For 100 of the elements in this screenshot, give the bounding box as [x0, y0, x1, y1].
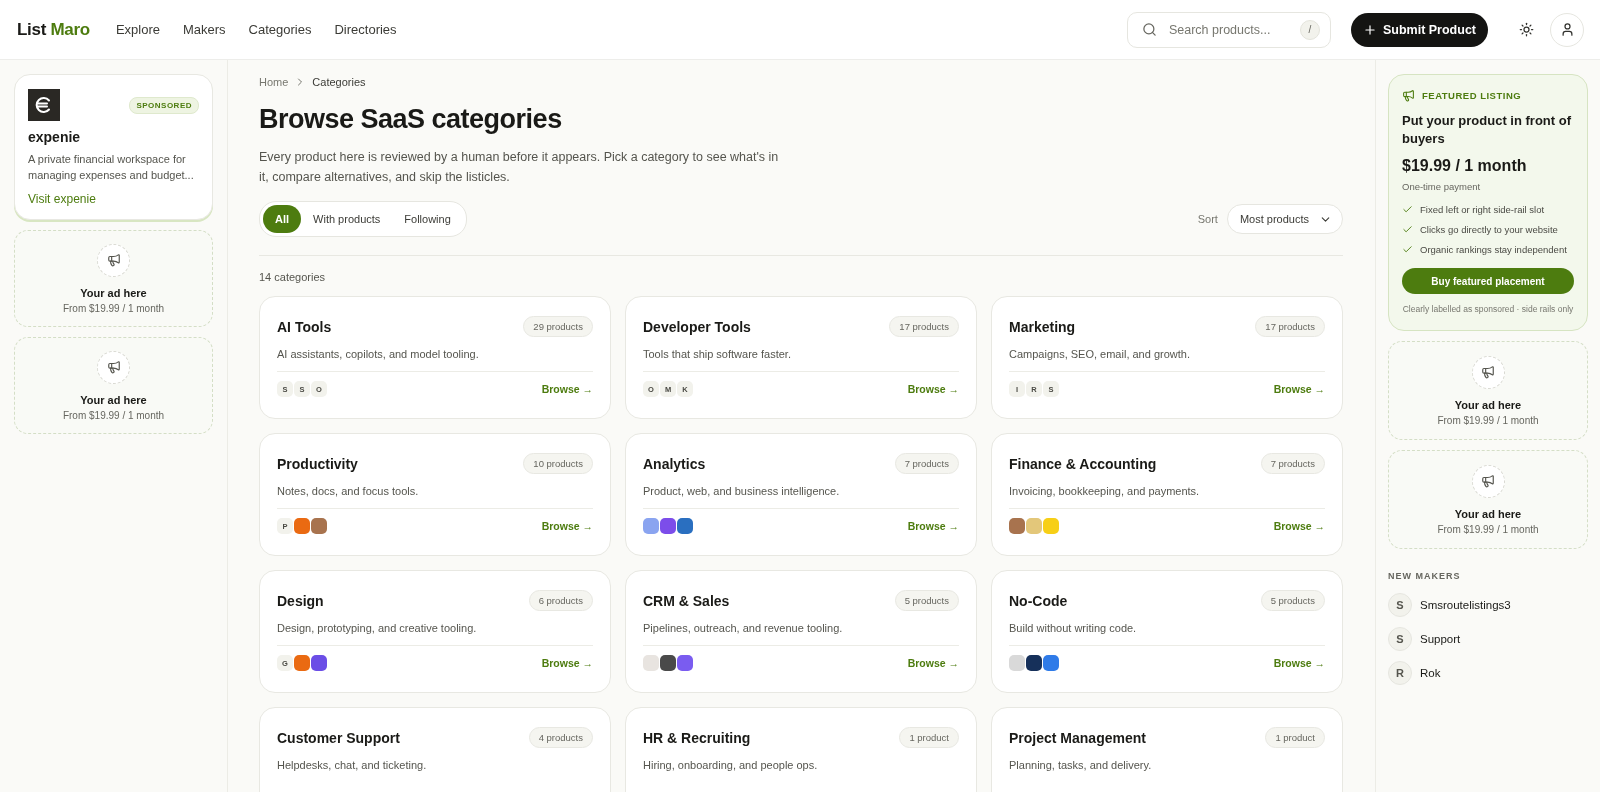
browse-link[interactable]: Browse → — [907, 383, 959, 395]
search-box[interactable]: Search products... / — [1126, 11, 1331, 48]
ad-slot[interactable]: Your ad here From $19.99 / 1 month — [14, 337, 213, 434]
category-description: Pipelines, outreach, and revenue tooling. — [643, 622, 844, 634]
feature-text: Organic rankings stay independent — [1420, 244, 1567, 255]
category-card[interactable]: Finance & Accounting 7 products Invoicing, bookkeeping, and payments. Browse → — [991, 433, 1343, 556]
search-icon — [1141, 22, 1157, 37]
maker-name[interactable]: Support — [1420, 633, 1461, 645]
maker-name[interactable]: Rok — [1420, 667, 1441, 679]
product-count: 10 products — [523, 453, 593, 474]
product-count: 7 products — [894, 453, 959, 474]
category-card[interactable]: Customer Support 4 products Helpdesks, chat, and ticketing. — [259, 707, 611, 792]
category-description: Notes, docs, and focus tools. — [277, 485, 420, 497]
ad-slot[interactable]: Your ad here From $19.99 / 1 month — [1388, 341, 1588, 440]
category-name: CRM & Sales — [643, 592, 730, 609]
product-count: 17 products — [1255, 316, 1325, 337]
makers-heading: NEW MAKERS — [1388, 571, 1462, 581]
category-description: Tools that ship software faster. — [643, 348, 792, 360]
filter-tab[interactable]: All — [263, 205, 302, 233]
submit-product-button[interactable]: Submit Product — [1350, 12, 1488, 47]
category-description: Hiring, onboarding, and people ops. — [643, 759, 819, 771]
category-card[interactable]: Analytics 7 products Product, web, and business intelligence. Browse → — [625, 433, 977, 556]
visit-link[interactable]: Visit expenie — [28, 192, 96, 206]
category-card[interactable]: HR & Recruiting 1 product Hiring, onboarding, and people ops. — [625, 707, 977, 792]
category-name: Project Management — [1009, 729, 1146, 746]
browse-link[interactable]: Browse → — [1273, 520, 1325, 532]
filter-tab[interactable]: Following — [392, 205, 463, 233]
category-card[interactable]: CRM & Sales 5 products Pipelines, outreach, and revenue tooling. Browse → — [625, 570, 977, 693]
category-description: Helpdesks, chat, and ticketing. — [277, 759, 428, 771]
sponsor-name: expenie — [28, 129, 82, 145]
browse-link[interactable]: Browse → — [907, 520, 959, 532]
category-name: Design — [277, 592, 324, 609]
megaphone-icon — [1402, 89, 1415, 102]
category-name: Finance & Accounting — [1009, 455, 1157, 472]
nav-link[interactable]: Explore — [115, 22, 160, 37]
nav-link[interactable]: Categories — [248, 22, 312, 37]
ad-title: Your ad here — [1454, 507, 1522, 520]
sponsored-note: Clearly labelled as sponsored · side rails only — [1402, 303, 1574, 316]
featured-label: FEATURED LISTING — [1422, 90, 1522, 101]
maker-name[interactable]: Smsroutelistings3 — [1420, 599, 1511, 611]
sponsor-logo — [28, 89, 60, 121]
nav-link[interactable]: Makers — [182, 22, 226, 37]
browse-link[interactable]: Browse → — [907, 657, 959, 669]
ad-title: Your ad here — [80, 393, 147, 406]
megaphone-icon — [1471, 464, 1505, 498]
category-description: AI assistants, copilots, and model tooling. — [277, 348, 480, 360]
ad-slot[interactable]: Your ad here From $19.99 / 1 month — [14, 230, 213, 327]
category-name: No-Code — [1009, 592, 1068, 609]
category-name: Productivity — [277, 455, 358, 472]
category-card[interactable]: No-Code 5 products Build without writing code. Browse → — [991, 570, 1343, 693]
sort-dropdown[interactable]: Most products — [1226, 204, 1343, 234]
feature-text: Fixed left or right side-rail slot — [1420, 204, 1545, 215]
check-icon — [1402, 224, 1413, 235]
ad-price: From $19.99 / 1 month — [1437, 523, 1539, 535]
feature-text: Clicks go directly to your website — [1420, 224, 1558, 235]
maker-avatar: S — [1388, 627, 1412, 651]
browse-link[interactable]: Browse → — [1273, 657, 1325, 669]
product-count: 1 product — [899, 727, 959, 748]
megaphone-icon — [97, 243, 130, 277]
product-count: 5 products — [894, 590, 959, 611]
category-name: HR & Recruiting — [643, 729, 751, 746]
ad-title: Your ad here — [1454, 398, 1522, 411]
category-name: Analytics — [643, 455, 706, 472]
category-description: Campaigns, SEO, email, and growth. — [1009, 348, 1191, 360]
product-count: 17 products — [889, 316, 959, 337]
category-description: Invoicing, bookkeeping, and payments. — [1009, 485, 1201, 497]
ad-price: From $19.99 / 1 month — [62, 409, 165, 421]
ad-slot[interactable]: Your ad here From $19.99 / 1 month — [1388, 450, 1588, 549]
sponsor-description: A private financial workspace for managing expenses and budget... — [28, 152, 195, 183]
brand-logo[interactable]: List Maro — [17, 19, 90, 40]
browse-link[interactable]: Browse → — [541, 520, 593, 532]
megaphone-icon — [97, 350, 130, 384]
user-icon[interactable] — [1550, 12, 1584, 47]
filter-tab[interactable]: With products — [301, 205, 393, 233]
ad-price: From $19.99 / 1 month — [1437, 414, 1539, 426]
category-description: Planning, tasks, and delivery. — [1009, 759, 1153, 771]
browse-link[interactable]: Browse → — [541, 383, 593, 395]
category-name: AI Tools — [277, 318, 332, 335]
payment-note: One-time payment — [1402, 181, 1482, 192]
product-count: 1 product — [1265, 727, 1325, 748]
maker-avatar: S — [1388, 593, 1412, 617]
sponsored-badge: SPONSORED — [129, 96, 199, 114]
ad-price: From $19.99 / 1 month — [62, 302, 165, 314]
breadcrumb-link[interactable]: Home — [259, 76, 289, 88]
buy-placement-button[interactable]: Buy featured placement — [1402, 268, 1574, 294]
category-name: Customer Support — [277, 729, 400, 746]
featured-title: Put your product in front of buyers — [1402, 112, 1572, 148]
browse-link[interactable]: Browse → — [541, 657, 593, 669]
breadcrumb-link[interactable]: Categories — [312, 76, 366, 88]
ad-title: Your ad here — [80, 286, 147, 299]
product-count: 7 products — [1260, 453, 1325, 474]
nav-link[interactable]: Directories — [334, 22, 397, 37]
check-icon — [1402, 204, 1413, 215]
category-description: Build without writing code. — [1009, 622, 1138, 634]
search-input[interactable]: Search products... — [1166, 21, 1290, 38]
category-card[interactable]: Project Management 1 product Planning, tasks, and delivery. — [991, 707, 1343, 792]
category-name: Marketing — [1009, 318, 1076, 335]
browse-link[interactable]: Browse → — [1273, 383, 1325, 395]
sort-label: Sort — [1197, 213, 1218, 225]
category-name: Developer Tools — [643, 318, 751, 335]
